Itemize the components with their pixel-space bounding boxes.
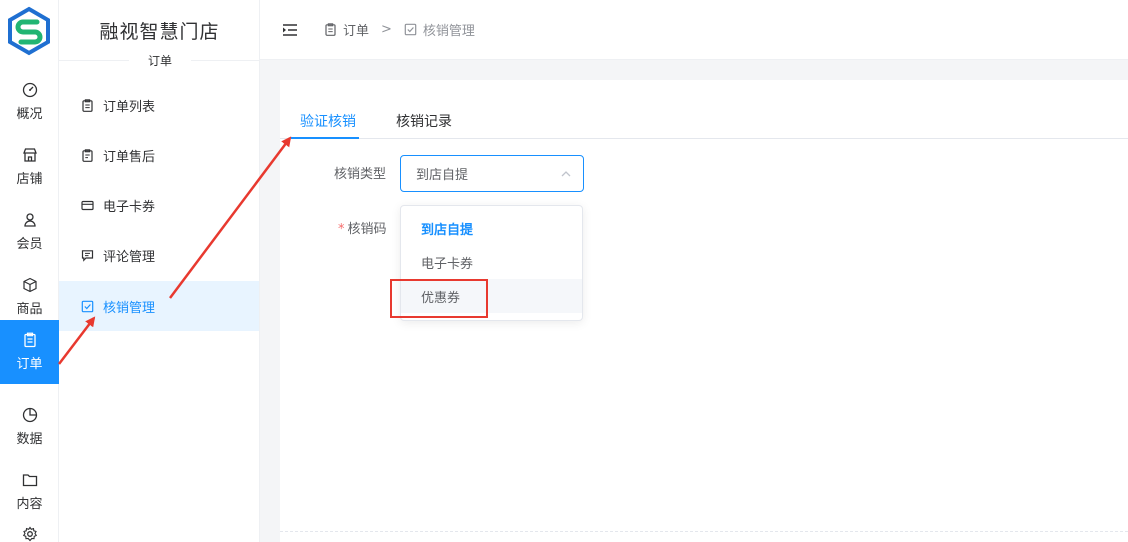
- rail-item-label: 会员: [16, 237, 43, 252]
- store-name: 融视智慧门店: [99, 21, 220, 43]
- rail-item-label: 数据: [16, 432, 43, 447]
- sidebar-item-label: 订单列表: [103, 99, 156, 115]
- rail-item-content[interactable]: 内容: [0, 460, 59, 524]
- clipboard-icon: [325, 23, 336, 36]
- tab-records[interactable]: 核销记录: [396, 111, 452, 131]
- sidebar-item-label: 电子卡券: [103, 199, 156, 215]
- verification-type-select[interactable]: 到店自提: [400, 155, 584, 192]
- rail-item-store[interactable]: 店铺: [0, 135, 59, 199]
- checkbox-icon: [81, 300, 94, 312]
- checkbox-icon: [404, 23, 417, 36]
- sidebar-item-reviews[interactable]: 评论管理: [59, 230, 259, 280]
- sidebar-item-e-coupons[interactable]: 电子卡券: [59, 180, 259, 230]
- tab-verify[interactable]: 验证核销: [300, 111, 356, 131]
- option-e-coupon[interactable]: 电子卡券: [401, 245, 582, 279]
- clipboard-icon: [82, 98, 93, 112]
- rail-item-label: 店铺: [16, 172, 43, 187]
- option-store-pickup[interactable]: 到店自提: [401, 211, 582, 245]
- sidebar-item-label: 评论管理: [103, 249, 156, 265]
- box-icon: [22, 277, 37, 293]
- top-header: 订单 > 核销管理: [260, 0, 1128, 60]
- chevron-up-icon: [561, 171, 571, 177]
- brand-logo[interactable]: [4, 6, 54, 56]
- verification-type-label: 核销类型: [334, 167, 387, 182]
- breadcrumb-item-order[interactable]: 订单: [343, 20, 369, 39]
- rail-item-member[interactable]: 会员: [0, 200, 59, 264]
- rail-item-settings[interactable]: [0, 520, 59, 542]
- icon-rail: 概况 店铺 会员 商品 订单 数据 内容: [0, 0, 59, 542]
- select-value: 到店自提: [416, 168, 469, 183]
- sidebar-item-after-sales[interactable]: 订单售后: [59, 130, 259, 180]
- sidebar-item-label: 核销管理: [103, 300, 156, 316]
- clipboard-icon: [82, 148, 93, 162]
- sidebar-item-order-list[interactable]: 订单列表: [59, 80, 259, 130]
- sidebar-item-label: 订单售后: [103, 149, 156, 165]
- menu-fold-icon[interactable]: [282, 23, 298, 37]
- verification-code-label-text: 核销码: [347, 222, 387, 237]
- rail-item-overview[interactable]: 概况: [0, 70, 59, 134]
- rail-item-label: 订单: [16, 357, 43, 372]
- secondary-sidebar: 融视智慧门店 订单 订单列表 订单售后 电子卡券 评论管理 核销管理: [59, 0, 260, 542]
- section-title: 订单: [129, 52, 191, 69]
- breadcrumb: 订单 > 核销管理: [324, 20, 475, 39]
- comment-icon: [81, 249, 94, 262]
- clipboard-icon: [23, 332, 36, 348]
- dashboard-icon: [22, 82, 37, 98]
- gear-icon: [22, 526, 37, 542]
- rail-item-label: 商品: [16, 302, 43, 317]
- user-icon: [23, 213, 36, 227]
- rail-item-label: 内容: [16, 497, 43, 512]
- breadcrumb-separator: >: [381, 22, 392, 37]
- rail-item-label: 概况: [16, 107, 43, 122]
- tab-active-indicator: [291, 137, 359, 139]
- tab-bar: 验证核销 核销记录: [280, 108, 1128, 139]
- breadcrumb-item-current: 核销管理: [422, 24, 475, 39]
- folder-icon: [22, 474, 37, 487]
- store-icon: [22, 148, 37, 162]
- rail-item-data[interactable]: 数据: [0, 395, 59, 459]
- highlight-box: [390, 279, 488, 318]
- pie-chart-icon: [22, 407, 37, 423]
- verification-code-label: * 核销码: [338, 218, 387, 237]
- sidebar-item-verification[interactable]: 核销管理: [59, 281, 259, 331]
- card-icon: [81, 200, 94, 210]
- rail-item-order[interactable]: 订单: [0, 320, 59, 384]
- footer-divider: [280, 531, 1128, 532]
- required-mark: *: [338, 222, 345, 237]
